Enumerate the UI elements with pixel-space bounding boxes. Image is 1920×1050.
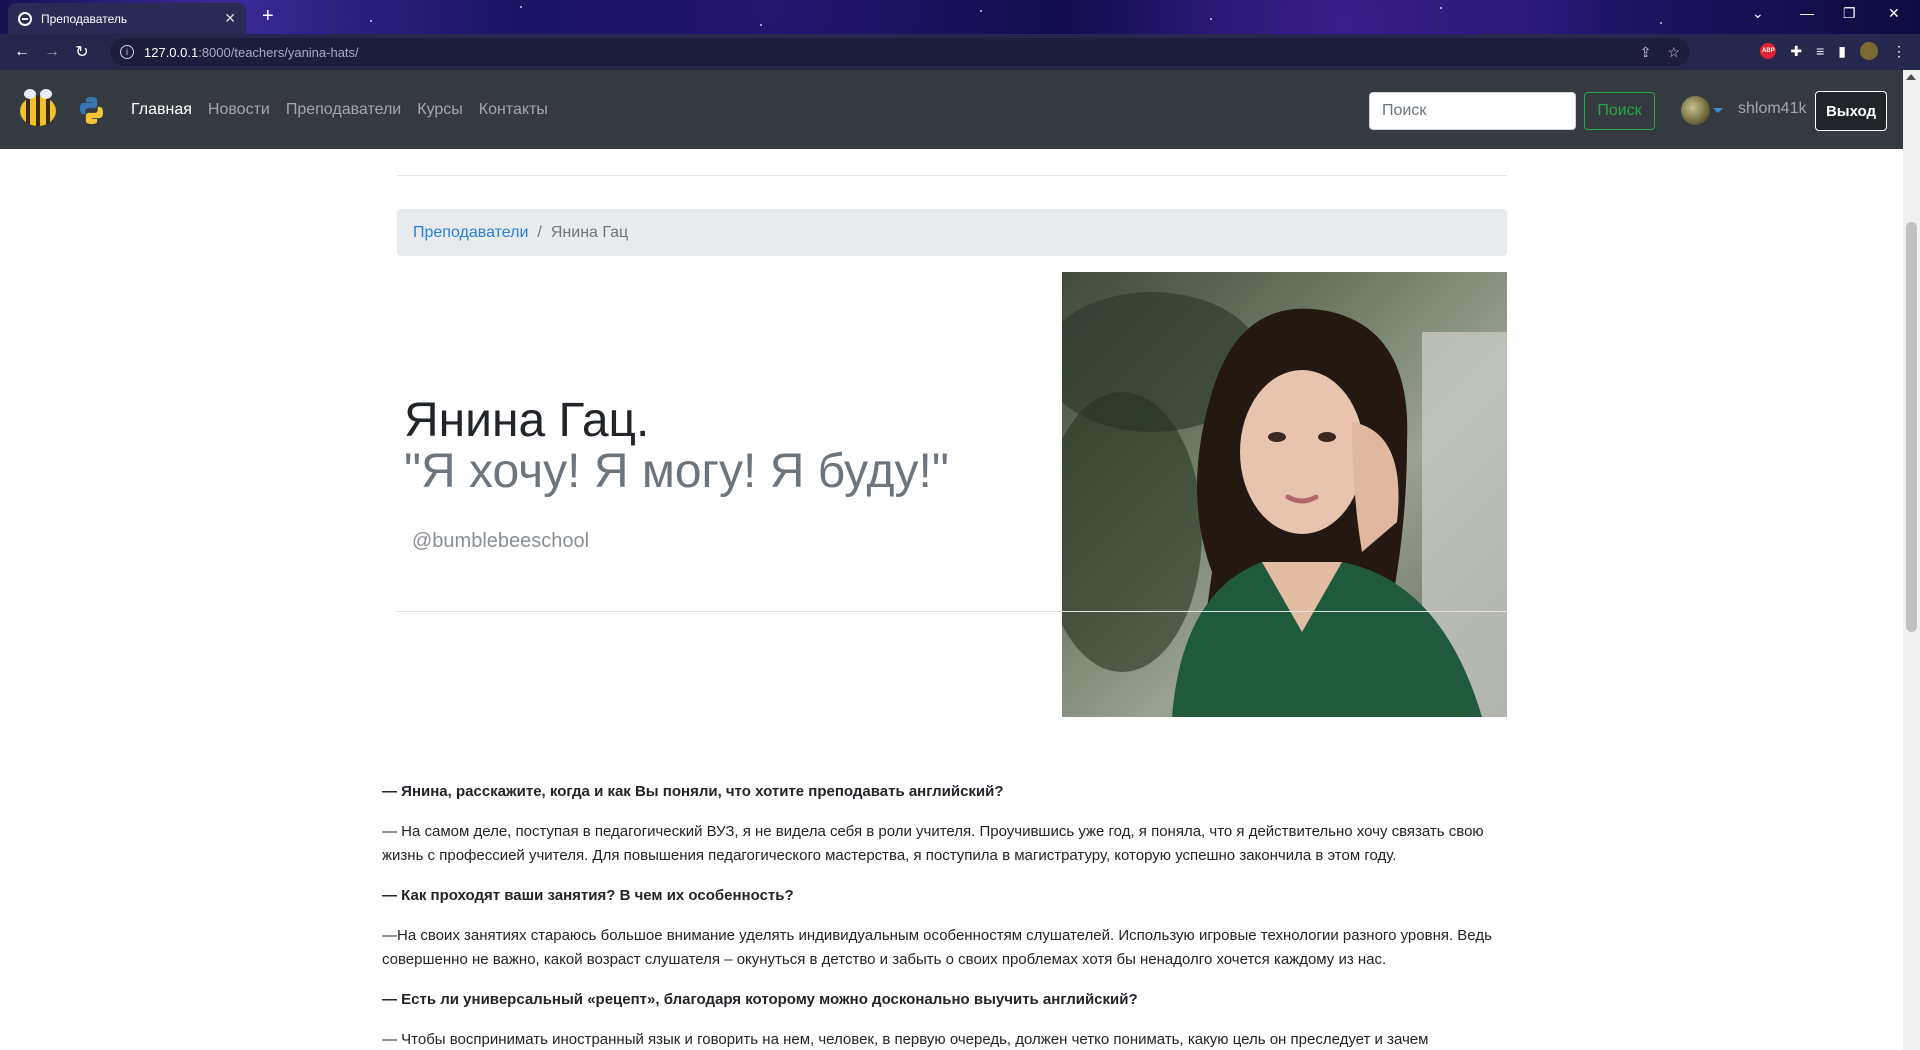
interview-answer: — На самом деле, поступая в педагогическ… (382, 823, 1484, 864)
search-button[interactable]: Поиск (1584, 92, 1655, 130)
teacher-photo (1062, 272, 1507, 717)
tab-title: Преподаватель (41, 11, 128, 26)
url-path: :8000/teachers/yanina-hats/ (198, 44, 359, 60)
forward-icon[interactable]: → (37, 43, 67, 61)
divider (397, 175, 1507, 176)
nav-link-teachers[interactable]: Преподаватели (286, 101, 401, 119)
url-host: 127.0.0.1 (144, 44, 199, 60)
bee-logo-icon[interactable] (20, 89, 56, 126)
logout-button[interactable]: Выход (1815, 91, 1887, 131)
interview-question: — Как проходят ваши занятия? В чем их ос… (382, 887, 794, 904)
nav-link-news[interactable]: Новости (208, 101, 270, 119)
breadcrumb: Преподаватели / Янина Гац (397, 209, 1507, 256)
search-input[interactable] (1369, 92, 1576, 130)
username: shlom41k (1738, 100, 1807, 117)
reading-list-icon[interactable]: ≡ (1816, 43, 1824, 59)
nav-link-home[interactable]: Главная (131, 101, 192, 119)
interview-answer: — Чтобы воспринимать иностранный язык и … (382, 1031, 1429, 1048)
new-tab-icon[interactable]: + (262, 5, 274, 28)
address-bar: ← → ↻ i 127.0.0.1:8000/teachers/yanina-h… (0, 34, 1920, 70)
teacher-handle: @bumblebeeschool (412, 530, 590, 552)
adblock-icon[interactable]: ABP (1760, 43, 1777, 59)
globe-icon (18, 11, 32, 26)
site-navbar: Главная Новости Преподаватели Курсы Конт… (0, 70, 1903, 149)
chevron-down-icon[interactable] (1713, 108, 1723, 113)
restore-icon[interactable]: ❐ (1843, 5, 1856, 22)
browser-tab-strip: Преподаватель ✕ + ⌄ — ❐ ✕ (0, 0, 1920, 34)
interview-question: — Есть ли универсальный «рецепт», благод… (382, 991, 1138, 1008)
close-window-icon[interactable]: ✕ (1888, 5, 1900, 22)
interview-answer: —На своих занятиях стараюсь большое вним… (382, 927, 1492, 968)
url-field[interactable]: i 127.0.0.1:8000/teachers/yanina-hats/ ⇪… (110, 38, 1690, 66)
back-icon[interactable]: ← (7, 43, 37, 61)
extensions-icon[interactable]: ✚ (1790, 43, 1802, 60)
reload-icon[interactable]: ↻ (67, 42, 97, 62)
scroll-up-icon[interactable] (1906, 74, 1916, 80)
side-panel-icon[interactable]: ▮ (1838, 43, 1846, 60)
minimize-icon[interactable]: — (1800, 5, 1814, 21)
bookmark-star-icon[interactable]: ☆ (1667, 44, 1680, 61)
breadcrumb-link-teachers[interactable]: Преподаватели (413, 224, 528, 242)
python-logo-icon[interactable] (76, 95, 107, 126)
scrollbar-thumb[interactable] (1906, 222, 1917, 632)
breadcrumb-current: Янина Гац (550, 223, 629, 241)
profile-avatar[interactable] (1860, 42, 1878, 60)
info-icon[interactable]: i (120, 45, 134, 59)
menu-kebab-icon[interactable]: ⋮ (1892, 43, 1906, 60)
browser-tab[interactable]: Преподаватель ✕ (8, 3, 246, 34)
share-icon[interactable]: ⇪ (1640, 44, 1652, 61)
nav-link-courses[interactable]: Курсы (417, 101, 463, 119)
divider (397, 611, 1507, 612)
tab-search-icon[interactable]: ⌄ (1752, 5, 1764, 22)
nav-link-contacts[interactable]: Контакты (479, 101, 548, 119)
interview-question: — Янина, расскажите, когда и как Вы поня… (382, 783, 1004, 800)
page-viewport: Главная Новости Преподаватели Курсы Конт… (0, 70, 1920, 1050)
interview-article: — Янина, расскажите, когда и как Вы поня… (382, 780, 1522, 1050)
close-tab-icon[interactable]: ✕ (224, 10, 236, 27)
user-avatar[interactable] (1681, 96, 1710, 125)
breadcrumb-separator: / (537, 223, 542, 241)
teacher-motto: "Я хочу! Я могу! Я буду!" (404, 445, 949, 498)
teacher-name: Янина Гац. (404, 394, 650, 447)
